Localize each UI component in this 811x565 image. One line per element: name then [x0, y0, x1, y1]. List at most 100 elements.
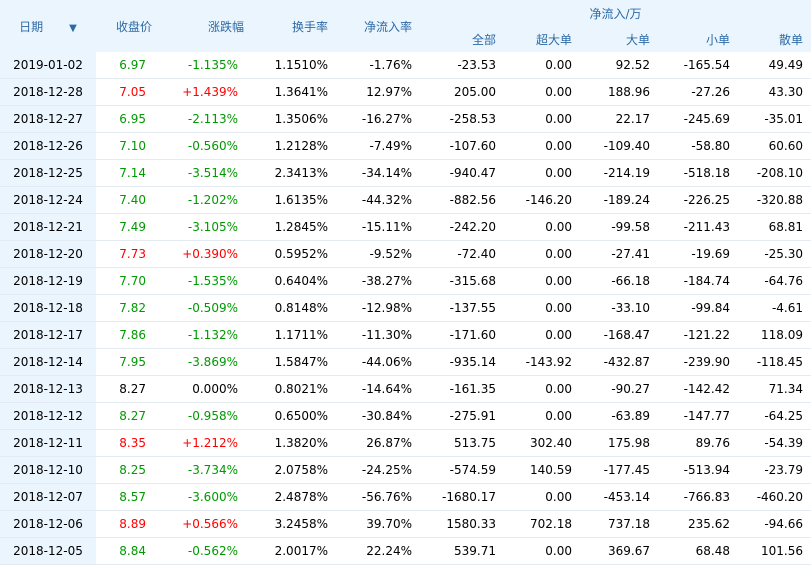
total-cell: -171.60: [420, 321, 504, 349]
retail-cell: 60.60: [738, 132, 811, 160]
turnover-header[interactable]: 换手率: [252, 0, 336, 52]
close-cell: 8.27: [96, 375, 160, 403]
close-cell: 7.86: [96, 321, 160, 349]
close-cell: 7.05: [96, 78, 160, 106]
super-large-cell: 0.00: [504, 375, 580, 403]
table-row: 2018-12-05 8.84 -0.562% 2.0017% 22.24% 539.71…: [0, 537, 811, 565]
table-row: 2018-12-17 7.86 -1.132% 1.1711% -11.30% -171.…: [0, 321, 811, 349]
super-large-cell: 0.00: [504, 240, 580, 268]
small-cell: -58.80: [658, 132, 738, 160]
total-cell: 513.75: [420, 429, 504, 457]
total-cell: -935.14: [420, 348, 504, 376]
date-cell: 2019-01-02: [0, 52, 96, 79]
net-ratio-cell: -1.76%: [336, 52, 420, 79]
date-cell: 2018-12-18: [0, 294, 96, 322]
small-cell: -165.54: [658, 52, 738, 79]
large-cell: 369.67: [580, 537, 658, 565]
retail-header[interactable]: 散单: [738, 26, 811, 52]
small-header[interactable]: 小单: [658, 26, 738, 52]
net-ratio-cell: -30.84%: [336, 402, 420, 430]
change-cell: -0.509%: [160, 294, 252, 322]
date-cell: 2018-12-11: [0, 429, 96, 457]
retail-cell: -64.25: [738, 402, 811, 430]
close-cell: 8.35: [96, 429, 160, 457]
change-cell: -3.105%: [160, 213, 252, 241]
super-large-header[interactable]: 超大单: [504, 26, 580, 52]
sort-down-icon[interactable]: ▼: [69, 23, 77, 34]
retail-cell: 101.56: [738, 537, 811, 565]
turnover-cell: 2.3413%: [252, 159, 336, 187]
close-cell: 7.82: [96, 294, 160, 322]
super-large-cell: 302.40: [504, 429, 580, 457]
super-large-cell: 0.00: [504, 483, 580, 511]
change-cell: -1.132%: [160, 321, 252, 349]
large-cell: -168.47: [580, 321, 658, 349]
close-cell: 7.40: [96, 186, 160, 214]
small-cell: -766.83: [658, 483, 738, 511]
change-cell: -2.113%: [160, 105, 252, 133]
large-cell: 92.52: [580, 52, 658, 79]
retail-cell: -23.79: [738, 456, 811, 484]
turnover-cell: 0.6404%: [252, 267, 336, 295]
close-cell: 8.84: [96, 537, 160, 565]
small-cell: -147.77: [658, 402, 738, 430]
date-cell: 2018-12-25: [0, 159, 96, 187]
change-cell: -0.958%: [160, 402, 252, 430]
change-cell: -3.514%: [160, 159, 252, 187]
close-cell: 7.70: [96, 267, 160, 295]
turnover-cell: 1.1510%: [252, 52, 336, 79]
table-row: 2018-12-06 8.89 +0.566% 3.2458% 39.70% 1580.3…: [0, 510, 811, 538]
net-ratio-header[interactable]: 净流入率: [336, 0, 420, 52]
total-cell: -23.53: [420, 52, 504, 79]
table-row: 2018-12-25 7.14 -3.514% 2.3413% -34.14% -940.…: [0, 159, 811, 187]
net-ratio-cell: -14.64%: [336, 375, 420, 403]
net-ratio-cell: -44.32%: [336, 186, 420, 214]
table-row: 2018-12-14 7.95 -3.869% 1.5847% -44.06% -935.…: [0, 348, 811, 376]
large-cell: -109.40: [580, 132, 658, 160]
small-cell: -142.42: [658, 375, 738, 403]
net-ratio-cell: -44.06%: [336, 348, 420, 376]
table-row: 2018-12-19 7.70 -1.535% 0.6404% -38.27% -315.…: [0, 267, 811, 295]
net-ratio-cell: -24.25%: [336, 456, 420, 484]
change-cell: -3.600%: [160, 483, 252, 511]
large-cell: -33.10: [580, 294, 658, 322]
super-large-cell: 0.00: [504, 78, 580, 106]
total-cell: 205.00: [420, 78, 504, 106]
large-cell: -453.14: [580, 483, 658, 511]
table-row: 2018-12-24 7.40 -1.202% 1.6135% -44.32% -882.…: [0, 186, 811, 214]
retail-cell: -94.66: [738, 510, 811, 538]
super-large-cell: 0.00: [504, 213, 580, 241]
close-header[interactable]: 收盘价: [96, 0, 160, 52]
table-row: 2018-12-28 7.05 +1.439% 1.3641% 12.97% 205.00…: [0, 78, 811, 106]
date-cell: 2018-12-21: [0, 213, 96, 241]
large-cell: -177.45: [580, 456, 658, 484]
total-cell: -315.68: [420, 267, 504, 295]
large-cell: 188.96: [580, 78, 658, 106]
small-cell: 68.48: [658, 537, 738, 565]
date-cell: 2018-12-10: [0, 456, 96, 484]
date-header[interactable]: 日期 ▼: [0, 0, 96, 52]
change-header[interactable]: 涨跌幅: [160, 0, 252, 52]
table-row: 2018-12-10 8.25 -3.734% 2.0758% -24.25% -574.…: [0, 456, 811, 484]
large-cell: -90.27: [580, 375, 658, 403]
total-cell: -242.20: [420, 213, 504, 241]
date-cell: 2018-12-24: [0, 186, 96, 214]
large-cell: -214.19: [580, 159, 658, 187]
turnover-cell: 2.4878%: [252, 483, 336, 511]
table-row: 2018-12-13 8.27 0.000% 0.8021% -14.64% -161.3…: [0, 375, 811, 403]
date-cell: 2018-12-19: [0, 267, 96, 295]
turnover-cell: 0.8021%: [252, 375, 336, 403]
large-cell: 175.98: [580, 429, 658, 457]
small-cell: -211.43: [658, 213, 738, 241]
small-cell: -19.69: [658, 240, 738, 268]
table-row: 2018-12-20 7.73 +0.390% 0.5952% -9.52% -72.40…: [0, 240, 811, 268]
small-cell: 89.76: [658, 429, 738, 457]
total-header[interactable]: 全部: [420, 26, 504, 52]
large-cell: -63.89: [580, 402, 658, 430]
super-large-cell: -146.20: [504, 186, 580, 214]
net-ratio-cell: 39.70%: [336, 510, 420, 538]
turnover-cell: 1.3506%: [252, 105, 336, 133]
net-ratio-cell: -38.27%: [336, 267, 420, 295]
super-large-cell: 0.00: [504, 105, 580, 133]
large-header[interactable]: 大单: [580, 26, 658, 52]
